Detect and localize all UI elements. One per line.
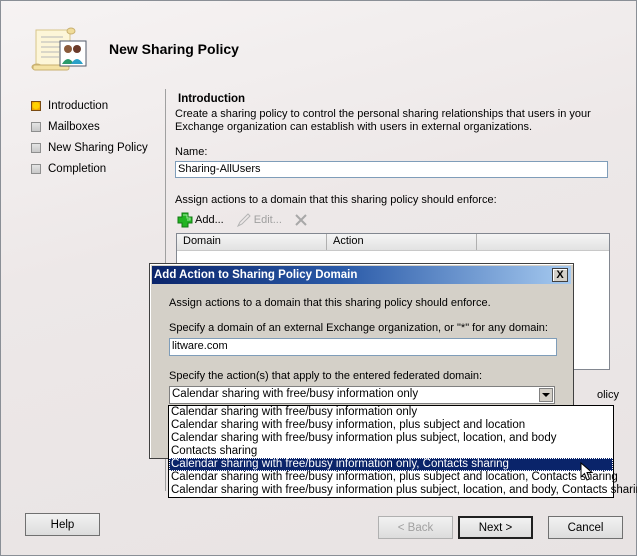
section-description: Create a sharing policy to control the p…: [175, 108, 591, 133]
action-select-value: Calendar sharing with free/busy informat…: [172, 388, 419, 400]
domain-label: Specify a domain of an external Exchange…: [169, 322, 548, 334]
chevron-down-icon[interactable]: [539, 388, 553, 402]
help-button[interactable]: Help: [25, 513, 100, 536]
dropdown-option[interactable]: Calendar sharing with free/busy informat…: [169, 432, 613, 445]
list-header: Domain Action: [177, 234, 609, 251]
dropdown-option[interactable]: Calendar sharing with free/busy informat…: [169, 471, 618, 484]
nav-step-label: Completion: [48, 162, 107, 175]
delete-button[interactable]: [294, 213, 308, 227]
section-title: Introduction: [178, 93, 246, 105]
nav-step-new-sharing-policy[interactable]: New Sharing Policy: [31, 137, 161, 158]
step-inactive-icon: [31, 163, 41, 174]
policy-scroll-users-icon: [31, 27, 87, 73]
dialog-title: Add Action to Sharing Policy Domain: [154, 269, 358, 281]
nav-step-introduction[interactable]: Introduction: [31, 95, 161, 116]
obscured-label-fragment: olicy: [597, 389, 620, 401]
edit-button-label: Edit...: [253, 214, 282, 226]
nav-step-label: New Sharing Policy: [48, 141, 148, 154]
cancel-button[interactable]: Cancel: [548, 516, 623, 539]
action-dropdown-list[interactable]: Calendar sharing with free/busy informat…: [168, 405, 637, 498]
mouse-cursor-icon: [580, 462, 594, 481]
name-label: Name:: [175, 146, 208, 158]
dropdown-option[interactable]: Calendar sharing with free/busy informat…: [169, 406, 613, 419]
name-field[interactable]: Sharing-AllUsers: [175, 161, 608, 178]
wizard-title: New Sharing Policy: [109, 41, 239, 57]
nav-step-label: Introduction: [48, 99, 109, 112]
domain-input[interactable]: litware.com: [169, 338, 557, 356]
action-label: Specify the action(s) that apply to the …: [169, 370, 483, 382]
domain-toolbar: Add... Edit...: [177, 212, 320, 228]
column-header-domain[interactable]: Domain: [177, 234, 327, 250]
back-button[interactable]: < Back: [378, 516, 453, 539]
next-button[interactable]: Next >: [458, 516, 533, 539]
nav-step-completion[interactable]: Completion: [31, 158, 161, 179]
step-inactive-icon: [31, 121, 41, 132]
wizard-header: New Sharing Policy: [1, 1, 636, 87]
dialog-intro: Assign actions to a domain that this sha…: [169, 297, 491, 309]
pencil-icon: [236, 213, 251, 228]
dialog-title-bar[interactable]: Add Action to Sharing Policy Domain X: [152, 266, 571, 284]
dropdown-option[interactable]: Calendar sharing with free/busy informat…: [169, 484, 637, 497]
dropdown-option[interactable]: Calendar sharing with free/busy informat…: [169, 419, 613, 432]
x-delete-icon: [295, 214, 307, 226]
add-button-label: Add...: [195, 214, 224, 226]
action-select[interactable]: Calendar sharing with free/busy informat…: [169, 386, 555, 404]
dropdown-option[interactable]: Contacts sharing: [169, 445, 613, 458]
edit-button[interactable]: Edit...: [236, 212, 282, 228]
step-active-icon: [31, 100, 41, 111]
nav-step-label: Mailboxes: [48, 120, 100, 133]
nav-step-mailboxes[interactable]: Mailboxes: [31, 116, 161, 137]
wizard-steps-nav: Introduction Mailboxes New Sharing Polic…: [31, 95, 161, 179]
dropdown-option-highlighted[interactable]: Calendar sharing with free/busy informat…: [169, 458, 613, 471]
green-plus-icon: [177, 212, 193, 228]
close-icon[interactable]: X: [552, 268, 568, 282]
column-header-empty: [477, 234, 609, 250]
assign-actions-label: Assign actions to a domain that this sha…: [175, 194, 497, 206]
column-header-action[interactable]: Action: [327, 234, 477, 250]
step-inactive-icon: [31, 142, 41, 153]
add-button[interactable]: Add...: [177, 212, 224, 228]
